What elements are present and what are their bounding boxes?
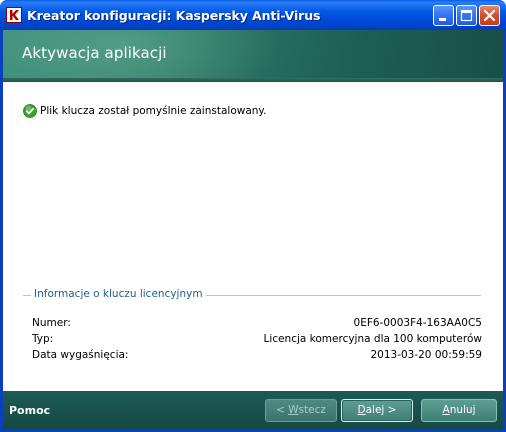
status-message: Plik klucza został pomyślnie zainstalowa… [40, 105, 267, 117]
minimize-icon [439, 18, 446, 21]
minimize-button[interactable] [433, 5, 454, 26]
next-button-label: alej > [365, 404, 397, 416]
close-icon [483, 9, 496, 22]
license-expiry-row: Data wygaśnięcia: 2013-03-20 00:59:59 [32, 349, 482, 363]
license-type-row: Typ: Licencja komercyjna dla 100 kompute… [32, 333, 482, 347]
license-type-value: Licencja komercyjna dla 100 komputerów [263, 333, 482, 345]
page-title: Aktywacja aplikacji [22, 44, 167, 62]
cancel-button[interactable]: Anuluj [421, 399, 497, 422]
wizard-footer: Pomoc < Wstecz Dalej > Anuluj [3, 391, 503, 429]
license-number-label: Numer: [32, 317, 71, 329]
maximize-button[interactable] [456, 5, 477, 26]
maximize-icon [460, 9, 473, 22]
page-header: Aktywacja aplikacji [3, 30, 503, 82]
kaspersky-logo-icon [6, 7, 22, 23]
success-check-icon [23, 104, 37, 118]
help-link[interactable]: Pomoc [9, 404, 50, 417]
license-info-group: Informacje o kluczu licencyjnym Numer: 0… [23, 288, 483, 368]
back-button-prefix: < [276, 404, 289, 416]
back-button[interactable]: < Wstecz [265, 399, 337, 422]
back-button-label: stecz [298, 404, 326, 416]
back-button-mnemonic: W [288, 404, 299, 416]
next-button-mnemonic: D [357, 404, 366, 416]
wizard-client-area: Aktywacja aplikacji Plik klucza został p… [3, 30, 503, 429]
window-title: Kreator konfiguracji: Kaspersky Anti-Vir… [27, 8, 321, 23]
license-number-row: Numer: 0EF6-0003F4-163AA0C5 [32, 317, 482, 331]
title-bar[interactable]: Kreator konfiguracji: Kaspersky Anti-Vir… [0, 0, 506, 30]
license-expiry-label: Data wygaśnięcia: [32, 349, 129, 361]
license-number-value: 0EF6-0003F4-163AA0C5 [353, 317, 482, 329]
cancel-button-mnemonic: A [442, 404, 450, 416]
group-legend: Informacje o kluczu licencyjnym [31, 288, 206, 300]
close-button[interactable] [479, 5, 500, 26]
license-type-label: Typ: [32, 333, 54, 345]
next-button[interactable]: Dalej > [341, 399, 413, 422]
license-expiry-value: 2013-03-20 00:59:59 [370, 349, 482, 361]
wizard-window: Kreator konfiguracji: Kaspersky Anti-Vir… [0, 0, 506, 432]
cancel-button-label: nuluj [449, 404, 476, 416]
